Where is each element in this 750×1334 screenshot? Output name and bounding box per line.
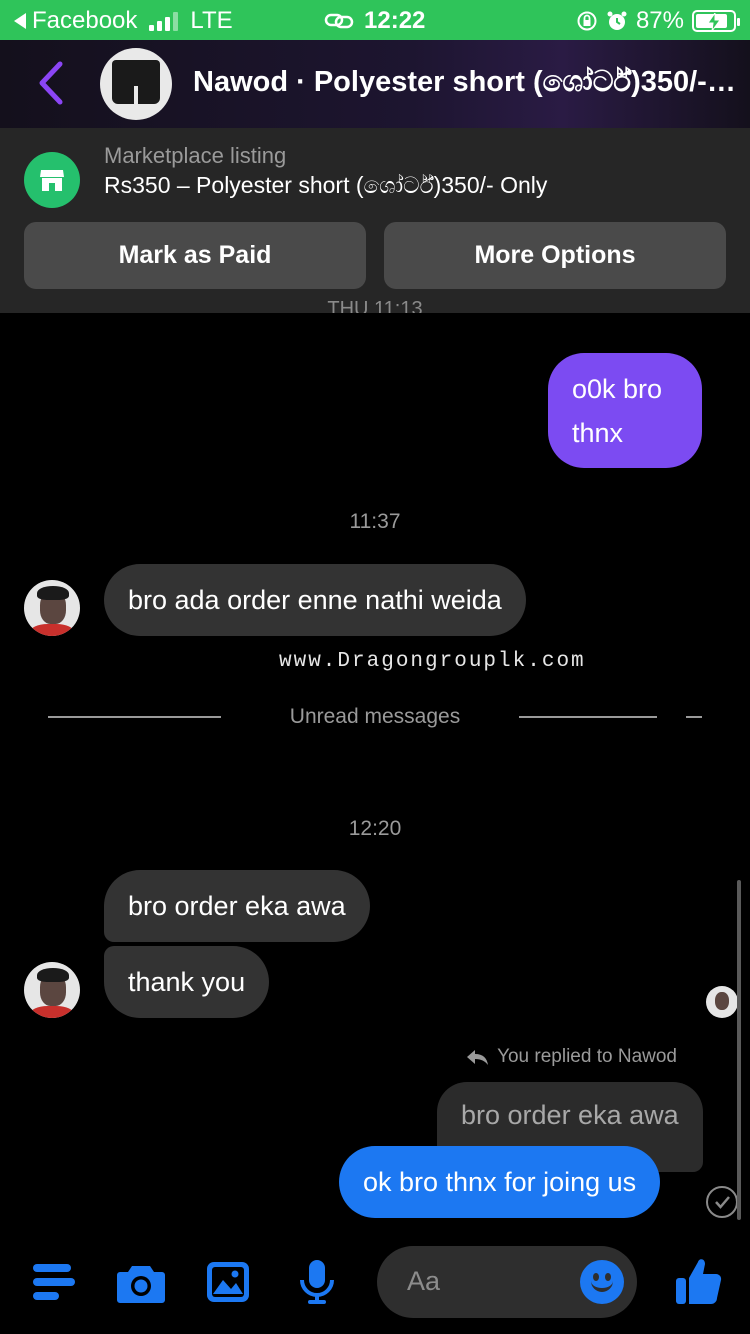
mark-as-paid-button[interactable]: Mark as Paid <box>24 222 366 289</box>
reply-arrow-icon <box>467 1050 489 1065</box>
message-text: o0k bro thnx <box>572 373 663 448</box>
marketplace-listing-title[interactable]: Rs350 – Polyester short (ශෝර්ට්)350/- On… <box>104 172 547 199</box>
status-bar: Facebook LTE 12:22 87% <box>0 0 750 40</box>
incoming-message[interactable]: bro ada order enne nathi weida <box>104 564 526 636</box>
gallery-icon[interactable] <box>205 1260 251 1304</box>
network-label: LTE <box>190 7 233 34</box>
orientation-lock-icon <box>577 11 597 31</box>
composer-bar: Aa <box>0 1240 750 1334</box>
outgoing-message[interactable]: o0k bro thnx <box>548 353 702 468</box>
battery-percent: 87% <box>635 7 684 34</box>
message-text: ok bro thnx for joing us <box>363 1166 637 1197</box>
message-text: thank you <box>128 966 246 997</box>
chat-header: Nawod · Polyester short (ශෝර්ට්)350/- On… <box>0 40 750 128</box>
menu-icon[interactable] <box>31 1262 75 1302</box>
charging-bolt-icon <box>707 13 721 31</box>
marketplace-card: Marketplace listing Rs350 – Polyester sh… <box>0 128 750 313</box>
back-chevron-icon[interactable] <box>34 58 68 108</box>
message-text: bro ada order enne nathi weida <box>128 584 502 615</box>
marketplace-store-icon <box>24 152 80 208</box>
unread-messages-label: Unread messages <box>289 705 461 728</box>
seen-avatar <box>706 986 738 1018</box>
clock: 12:22 <box>364 7 426 34</box>
message-input[interactable]: Aa <box>377 1246 637 1318</box>
signal-icon <box>149 11 179 31</box>
timestamp: 12:20 <box>348 817 402 840</box>
replied-label: You replied to Nawod <box>497 1046 677 1067</box>
thumbs-up-icon[interactable] <box>674 1256 722 1306</box>
back-to-app[interactable]: Facebook LTE <box>14 7 233 35</box>
link-icon <box>324 13 354 29</box>
shorts-image <box>112 60 160 104</box>
reply-quote-text: bro order eka awa <box>461 1100 679 1130</box>
replied-indicator: You replied to Nawod <box>465 1046 677 1068</box>
sender-avatar[interactable] <box>24 962 80 1018</box>
camera-icon[interactable] <box>116 1262 166 1304</box>
alarm-icon <box>607 11 627 30</box>
incoming-message[interactable]: bro order eka awa <box>104 870 370 942</box>
back-triangle-icon <box>14 13 26 29</box>
message-text: bro order eka awa <box>128 890 346 921</box>
listing-avatar[interactable] <box>100 48 172 120</box>
timestamp: 11:37 <box>349 510 401 533</box>
marketplace-subtitle: Marketplace listing <box>104 143 287 168</box>
timestamp-partial: THU 11:13 <box>327 298 423 313</box>
chat-title[interactable]: Nawod · Polyester short (ශෝර්ට්)350/- On… <box>193 66 741 99</box>
microphone-icon[interactable] <box>298 1258 336 1306</box>
battery-icon <box>692 10 740 32</box>
emoji-icon[interactable] <box>580 1260 624 1304</box>
incoming-message[interactable]: thank you <box>104 946 270 1018</box>
watermark: www.Dragongrouplk.com <box>279 650 586 673</box>
back-app-label: Facebook <box>32 7 138 34</box>
delivered-check-icon <box>706 1186 738 1218</box>
more-options-button[interactable]: More Options <box>384 222 726 289</box>
scrollbar[interactable] <box>737 880 741 1220</box>
outgoing-message[interactable]: ok bro thnx for joing us <box>339 1146 661 1218</box>
message-input-placeholder: Aa <box>407 1266 441 1296</box>
sender-avatar[interactable] <box>24 580 80 636</box>
